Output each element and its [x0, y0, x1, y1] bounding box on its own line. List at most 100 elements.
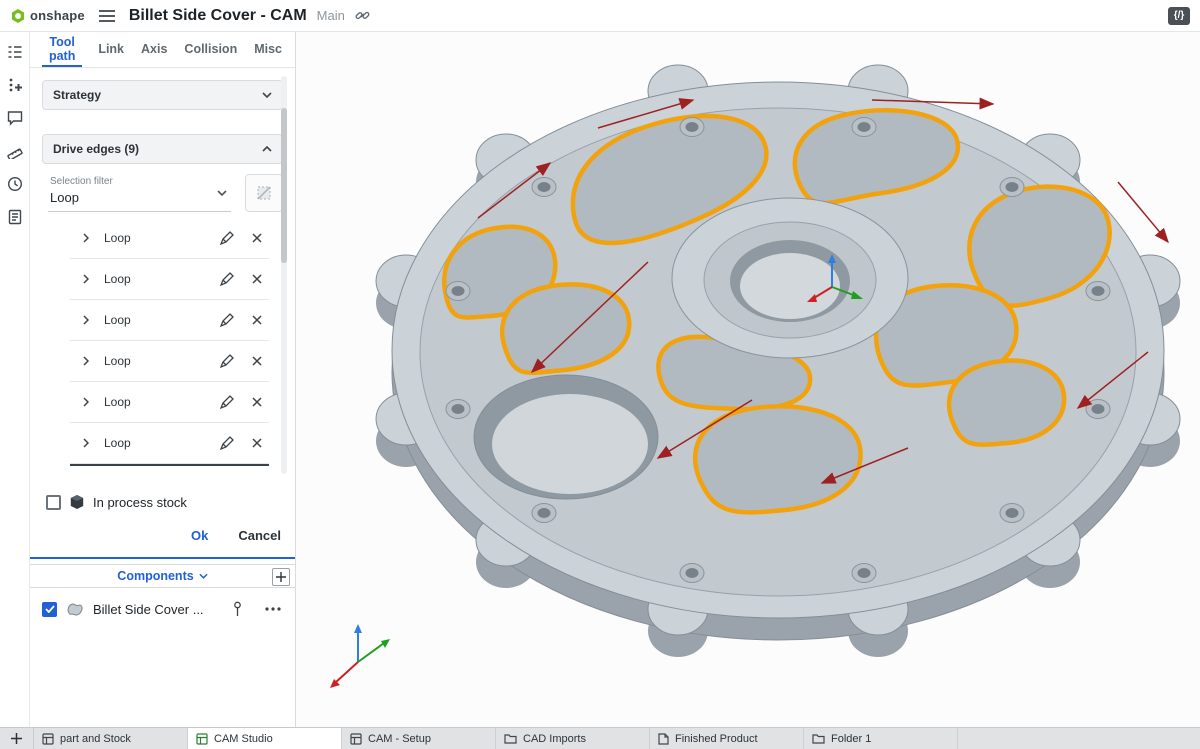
doc-tab-cam-setup[interactable]: CAM - Setup	[342, 728, 496, 749]
measure-icon[interactable]	[2, 139, 28, 163]
onshape-logo-icon	[10, 8, 26, 24]
components-label: Components	[117, 569, 193, 583]
chevron-right-icon[interactable]	[70, 356, 96, 366]
document-title: Billet Side Cover - CAM	[129, 7, 307, 25]
loop-label: Loop	[96, 313, 217, 327]
tab-collision[interactable]: Collision	[183, 32, 238, 67]
in-process-stock-checkbox[interactable]	[46, 495, 61, 510]
share-link-icon[interactable]	[355, 8, 370, 23]
top-bar: onshape Billet Side Cover - CAM Main {/}	[0, 0, 1200, 32]
chevron-right-icon[interactable]	[70, 233, 96, 243]
folder-icon	[812, 733, 825, 744]
loop-label: Loop	[96, 231, 217, 245]
remove-icon[interactable]	[249, 353, 265, 369]
chevron-right-icon[interactable]	[70, 274, 96, 284]
tab-tool-path[interactable]: Tool path	[42, 32, 82, 67]
doc-tab-label: Finished Product	[675, 733, 758, 745]
doc-tab-label: CAM - Setup	[368, 733, 431, 745]
chevron-right-icon[interactable]	[70, 315, 96, 325]
loop-label: Loop	[96, 354, 217, 368]
selection-filter-select[interactable]: Selection filter Loop	[48, 174, 231, 212]
app-window: onshape Billet Side Cover - CAM Main {/}	[0, 0, 1200, 749]
strategy-label: Strategy	[53, 88, 101, 102]
comment-icon[interactable]	[2, 106, 28, 130]
dialog-tabs: Tool path Link Axis Collision Misc	[30, 32, 295, 68]
drive-edge-loop	[695, 406, 860, 512]
featurescript-icon[interactable]: {/}	[1168, 7, 1190, 25]
pen-icon[interactable]	[217, 228, 237, 248]
notes-icon[interactable]	[2, 205, 28, 229]
clear-selection-button[interactable]	[245, 174, 283, 212]
tab-axis[interactable]: Axis	[140, 32, 168, 67]
doc-tab-cad-imports[interactable]: CAD Imports	[496, 728, 650, 749]
add-tab-icon[interactable]	[0, 728, 34, 749]
chevron-down-icon	[217, 183, 227, 201]
pen-icon[interactable]	[217, 269, 237, 289]
drive-edges-section-header[interactable]: Drive edges (9)	[42, 134, 283, 164]
stock-icon	[69, 494, 85, 510]
pen-icon[interactable]	[217, 392, 237, 412]
tab-link[interactable]: Link	[97, 32, 125, 67]
studio-icon	[42, 733, 54, 745]
loop-row: Loop	[70, 423, 269, 464]
component-checkbox[interactable]	[42, 602, 57, 617]
in-process-stock-label: In process stock	[93, 495, 187, 510]
add-component-button[interactable]	[272, 568, 290, 586]
in-process-stock-row[interactable]: In process stock	[46, 494, 279, 510]
components-toggle[interactable]: Components	[117, 569, 207, 583]
remove-icon[interactable]	[249, 230, 265, 246]
central-boss[interactable]	[672, 198, 908, 358]
ok-button[interactable]: Ok	[191, 528, 208, 543]
insert-icon[interactable]	[2, 73, 28, 97]
toolpath-dialog: Tool path Link Axis Collision Misc Strat…	[30, 32, 296, 727]
part-icon	[66, 601, 84, 617]
pen-icon[interactable]	[217, 310, 237, 330]
pin-icon[interactable]	[231, 599, 244, 619]
pen-icon[interactable]	[217, 351, 237, 371]
chevron-down-icon	[199, 573, 208, 579]
onshape-logo-text: onshape	[30, 8, 85, 23]
folder-icon	[504, 733, 517, 744]
selection-filter-value: Loop	[50, 190, 229, 205]
remove-icon[interactable]	[249, 394, 265, 410]
dialog-bottom-border	[30, 557, 295, 559]
remove-icon[interactable]	[249, 312, 265, 328]
drive-edges-list: Loop Loop Loop Lo	[70, 218, 269, 466]
cancel-button[interactable]: Cancel	[238, 528, 281, 543]
strategy-section-header[interactable]: Strategy	[42, 80, 283, 110]
doc-tab-label: CAD Imports	[523, 733, 586, 745]
chevron-right-icon[interactable]	[70, 438, 96, 448]
remove-icon[interactable]	[249, 435, 265, 451]
pen-icon[interactable]	[217, 433, 237, 453]
features-list-icon[interactable]	[2, 40, 28, 64]
studio-icon	[350, 733, 362, 745]
component-name: Billet Side Cover ...	[93, 602, 222, 617]
doc-tab-cam-studio[interactable]: CAM Studio	[188, 728, 342, 749]
chevron-up-icon	[262, 146, 272, 152]
overflow-menu-icon[interactable]	[263, 605, 283, 613]
main-menu-icon[interactable]	[95, 8, 119, 24]
remove-icon[interactable]	[249, 271, 265, 287]
history-icon[interactable]	[2, 172, 28, 196]
loop-row: Loop	[70, 382, 269, 423]
component-item[interactable]: Billet Side Cover ...	[30, 588, 295, 630]
model-canvas[interactable]	[296, 32, 1200, 727]
plus-icon	[276, 572, 286, 582]
large-bore[interactable]	[474, 375, 658, 499]
loop-row: Loop	[70, 259, 269, 300]
loop-row: Loop	[70, 300, 269, 341]
scrollbar-thumb[interactable]	[281, 108, 287, 263]
check-icon	[45, 605, 55, 613]
workspace-label: Main	[317, 8, 345, 23]
chevron-right-icon[interactable]	[70, 397, 96, 407]
onshape-logo[interactable]: onshape	[10, 8, 85, 24]
viewport-3d[interactable]	[296, 32, 1200, 727]
panel-scrollbar[interactable]	[281, 76, 287, 474]
tab-misc[interactable]: Misc	[253, 32, 283, 67]
doc-tab-finished-product[interactable]: Finished Product	[650, 728, 804, 749]
doc-tab-label: part and Stock	[60, 733, 131, 745]
document-tab-bar: part and Stock CAM Studio CAM - Setup CA…	[0, 727, 1200, 749]
doc-tab-label: CAM Studio	[214, 733, 273, 745]
doc-tab-part-and-stock[interactable]: part and Stock	[34, 728, 188, 749]
doc-tab-folder-1[interactable]: Folder 1	[804, 728, 958, 749]
